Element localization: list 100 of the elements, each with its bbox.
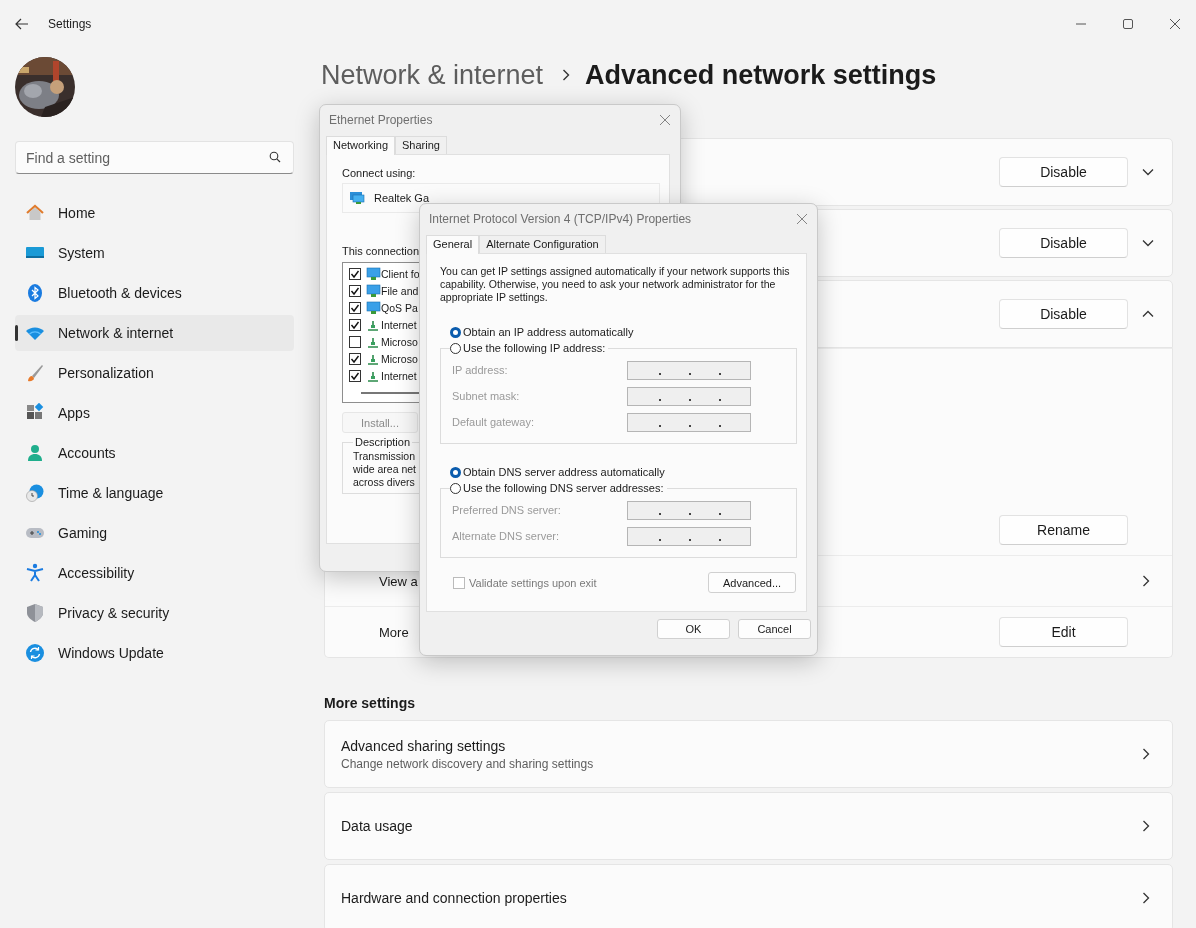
- radio-label[interactable]: Use the following DNS server addresses:: [463, 482, 664, 494]
- nav-item[interactable]: Accessibility: [15, 555, 294, 591]
- maximize-button[interactable]: [1123, 19, 1133, 29]
- list-item[interactable]: Microso: [381, 352, 418, 365]
- privacy-icon: [25, 603, 45, 623]
- checkbox[interactable]: [349, 335, 361, 348]
- update-icon: [25, 643, 45, 663]
- home-icon: [25, 203, 45, 223]
- list-item[interactable]: Microso: [381, 335, 418, 348]
- monitor-icon: [365, 266, 381, 281]
- disable-button[interactable]: Disable: [999, 299, 1128, 329]
- radio-button[interactable]: [450, 482, 461, 494]
- ip-address-field[interactable]: [627, 360, 751, 380]
- nav-item[interactable]: Gaming: [15, 515, 294, 551]
- search-icon[interactable]: [269, 151, 281, 163]
- advanced-button[interactable]: Advanced...: [708, 572, 796, 593]
- field-label: Alternate DNS server:: [452, 530, 560, 542]
- bluetooth-icon: [25, 283, 45, 303]
- chevron-right-icon[interactable]: [1142, 575, 1150, 587]
- close-icon[interactable]: [660, 115, 670, 125]
- search-field[interactable]: Find a setting: [15, 141, 294, 174]
- radio-button[interactable]: [450, 326, 461, 338]
- nav-item[interactable]: Bluetooth & devices: [15, 275, 294, 311]
- breadcrumb-link[interactable]: Network & internet: [321, 59, 544, 91]
- checkbox[interactable]: [349, 369, 361, 382]
- checkbox[interactable]: [349, 301, 361, 314]
- dialog-title: Internet Protocol Version 4 (TCP/IPv4) Properties: [429, 212, 692, 226]
- page-title: Advanced network settings: [585, 59, 937, 91]
- settings-link[interactable]: Data usage: [324, 792, 1173, 860]
- checkbox-label[interactable]: Validate settings upon exit: [469, 576, 597, 589]
- list-label: This connection: [342, 245, 420, 257]
- description-text: Transmission wide area net across divers: [353, 450, 417, 489]
- nav-item[interactable]: Network & internet: [15, 315, 294, 351]
- list-item[interactable]: Internet: [381, 369, 417, 382]
- nav-item[interactable]: System: [15, 235, 294, 271]
- list-item[interactable]: Client fo: [381, 267, 420, 280]
- field-label: Connect using:: [342, 167, 416, 179]
- monitor-icon: [365, 283, 381, 298]
- list-item[interactable]: Internet: [381, 318, 417, 331]
- nav-item[interactable]: Personalization: [15, 355, 294, 391]
- radio-button[interactable]: [450, 466, 461, 478]
- checkbox[interactable]: [349, 284, 361, 297]
- monitor-icon: [349, 191, 365, 205]
- chevron-right-icon: [562, 69, 571, 81]
- close-button[interactable]: [1170, 19, 1180, 29]
- link-title: Data usage: [341, 818, 414, 834]
- nav-item[interactable]: Home: [15, 195, 294, 231]
- radio-button[interactable]: [450, 342, 461, 354]
- app-title: Settings: [48, 17, 92, 31]
- ip-address-field[interactable]: [627, 500, 751, 520]
- checkbox[interactable]: [349, 318, 361, 331]
- detail-button[interactable]: Rename: [999, 515, 1128, 545]
- settings-link[interactable]: Hardware and connection properties: [324, 864, 1173, 928]
- settings-link[interactable]: Advanced sharing settings Change network discovery and sharing settings: [324, 720, 1173, 788]
- checkbox[interactable]: [453, 576, 465, 589]
- accessibility-icon: [25, 563, 45, 583]
- field-label: Preferred DNS server:: [452, 504, 562, 516]
- detail-button[interactable]: Edit: [999, 617, 1128, 647]
- link-title: Hardware and connection properties: [341, 890, 568, 906]
- chevron-right-icon: [1142, 820, 1150, 832]
- ip-address-field[interactable]: [627, 386, 751, 406]
- nav-item[interactable]: Accounts: [15, 435, 294, 471]
- back-button[interactable]: [15, 18, 29, 30]
- field-label: Default gateway:: [452, 416, 535, 428]
- nav-item[interactable]: Apps: [15, 395, 294, 431]
- checkbox[interactable]: [349, 352, 361, 365]
- nav-item[interactable]: Windows Update: [15, 635, 294, 671]
- list-item[interactable]: File and: [381, 284, 419, 297]
- disable-button[interactable]: Disable: [999, 157, 1128, 187]
- link-title: Advanced sharing settings: [341, 737, 507, 754]
- close-icon[interactable]: [797, 214, 807, 224]
- chevron-icon[interactable]: [1142, 310, 1154, 318]
- chevron-icon[interactable]: [1142, 168, 1154, 176]
- field-label: Subnet mask:: [452, 390, 521, 402]
- time-icon: [25, 483, 45, 503]
- checkbox[interactable]: [349, 267, 361, 280]
- cancel-button[interactable]: Cancel: [738, 619, 811, 639]
- detail-label: More: [379, 624, 409, 640]
- radio-label[interactable]: Use the following IP address:: [463, 342, 606, 354]
- dialog-title: Ethernet Properties: [329, 113, 433, 127]
- brush-icon: [25, 363, 45, 383]
- tab[interactable]: Alternate Configuration: [479, 235, 606, 253]
- tab[interactable]: Networking: [326, 136, 396, 155]
- disable-button[interactable]: Disable: [999, 228, 1128, 258]
- radio-label[interactable]: Obtain DNS server address automatically: [463, 466, 665, 478]
- ok-button[interactable]: OK: [657, 619, 730, 639]
- chevron-icon[interactable]: [1142, 239, 1154, 247]
- link-description: Change network discovery and sharing settings: [341, 756, 595, 771]
- tab[interactable]: General: [426, 235, 480, 254]
- tab[interactable]: Sharing: [395, 136, 447, 154]
- detail-label: View a: [379, 573, 418, 589]
- chevron-right-icon: [1142, 892, 1150, 904]
- accounts-icon: [25, 443, 45, 463]
- group-label: Description: [354, 436, 412, 448]
- nav-item[interactable]: Privacy & security: [15, 595, 294, 631]
- ip-address-field[interactable]: [627, 412, 751, 432]
- nav-item[interactable]: Time & language: [15, 475, 294, 511]
- ip-address-field[interactable]: [627, 526, 751, 546]
- list-item[interactable]: QoS Pa: [381, 301, 418, 314]
- radio-label[interactable]: Obtain an IP address automatically: [463, 326, 634, 338]
